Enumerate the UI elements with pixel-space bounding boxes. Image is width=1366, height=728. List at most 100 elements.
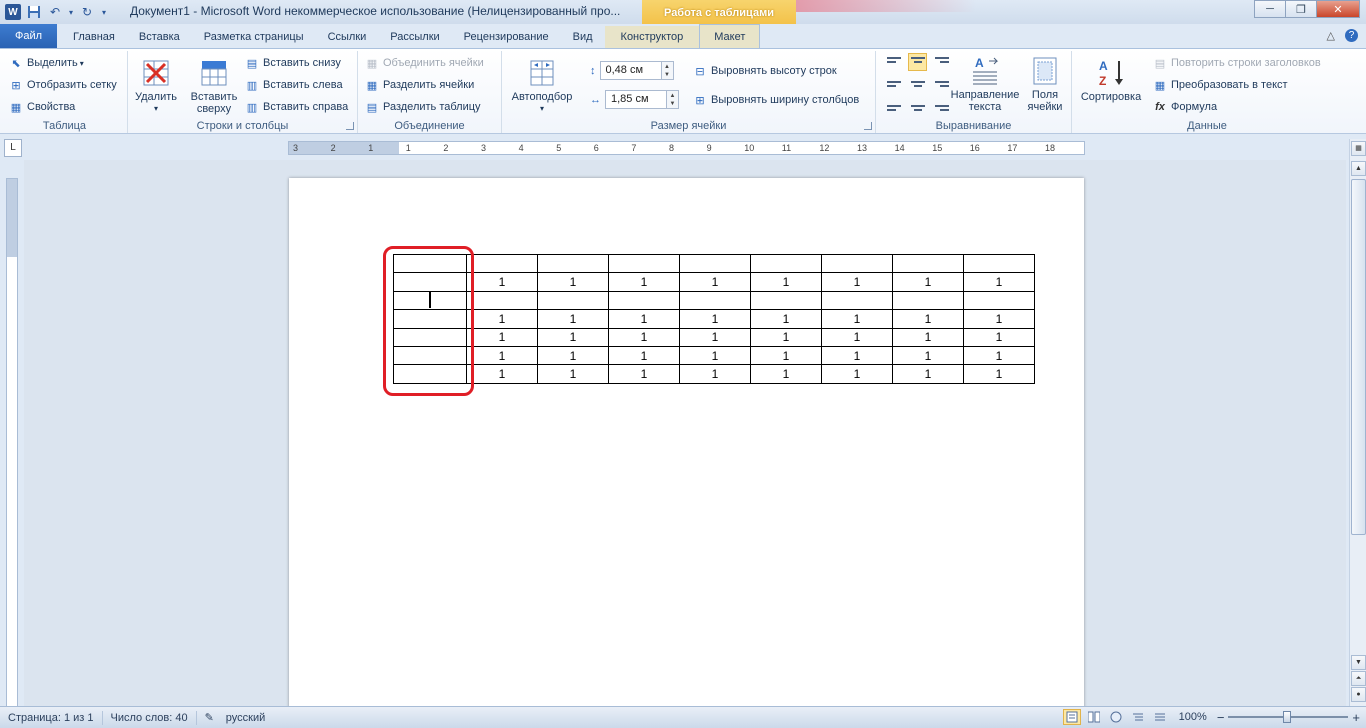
- table-cell[interactable]: 1: [963, 272, 1035, 292]
- table-cell[interactable]: [537, 290, 609, 311]
- customize-qat-icon[interactable]: ▾: [99, 3, 109, 21]
- table-cell[interactable]: [466, 290, 538, 311]
- table-cell[interactable]: 1: [608, 309, 680, 329]
- table-cell[interactable]: 1: [963, 309, 1035, 329]
- table-cell[interactable]: 1: [466, 364, 538, 384]
- delete-button[interactable]: Удалить ▾: [132, 57, 180, 115]
- tab-selector-button[interactable]: L: [4, 139, 22, 157]
- table-cell[interactable]: 1: [537, 327, 609, 347]
- table-cell[interactable]: [892, 290, 964, 311]
- col-width-arrows[interactable]: ▲ ▼: [667, 90, 679, 109]
- scroll-down-icon[interactable]: ▼: [1351, 655, 1366, 670]
- table-cell[interactable]: 1: [750, 327, 822, 347]
- word-count[interactable]: Число слов: 40: [103, 710, 197, 725]
- zoom-out-button[interactable]: −: [1217, 710, 1225, 725]
- align-top-left-icon[interactable]: [884, 53, 903, 71]
- zoom-slider[interactable]: [1228, 710, 1349, 724]
- browse-prev-icon[interactable]: ⏶: [1351, 671, 1366, 686]
- repeat-header-rows-button[interactable]: ▤ Повторить строки заголовков: [1152, 56, 1321, 70]
- ruler-toggle-icon[interactable]: ▦: [1351, 141, 1366, 156]
- table-cell[interactable]: 1: [679, 345, 751, 366]
- tab-design[interactable]: Конструктор: [604, 26, 700, 48]
- table-cell[interactable]: 1: [821, 309, 893, 329]
- table-cell[interactable]: 1: [963, 327, 1035, 347]
- table-cell[interactable]: 1: [963, 364, 1035, 384]
- undo-dropdown-icon[interactable]: ▾: [67, 3, 75, 21]
- browse-object-icon[interactable]: ●: [1351, 687, 1366, 702]
- draft-view-icon[interactable]: [1151, 709, 1169, 725]
- table-cell[interactable]: [608, 290, 680, 311]
- table-cell[interactable]: [750, 253, 822, 274]
- table-cell[interactable]: 1: [537, 272, 609, 292]
- proofing-status-icon[interactable]: ✎: [197, 711, 218, 725]
- table-cell[interactable]: 1: [679, 327, 751, 347]
- scroll-thumb[interactable]: [1351, 179, 1366, 535]
- table-cell[interactable]: 1: [537, 345, 609, 366]
- minimize-button[interactable]: ─: [1254, 0, 1286, 18]
- print-layout-view-icon[interactable]: [1062, 709, 1081, 725]
- tab-page-layout[interactable]: Разметка страницы: [192, 26, 316, 48]
- tab-layout[interactable]: Макет: [699, 24, 761, 48]
- table-cell[interactable]: 1: [892, 309, 964, 329]
- scroll-up-icon[interactable]: ▲: [1351, 161, 1366, 176]
- table-cell[interactable]: [679, 253, 751, 274]
- table-cell[interactable]: 1: [466, 309, 538, 329]
- autofit-button[interactable]: Автоподбор ▾: [506, 57, 578, 115]
- vertical-scrollbar[interactable]: ▦ ▲ ▼ ⏶ ●: [1349, 139, 1366, 706]
- table-cell[interactable]: [821, 290, 893, 311]
- word-logo-icon[interactable]: W: [4, 3, 22, 21]
- table-cell[interactable]: 1: [750, 345, 822, 366]
- table-cell[interactable]: [466, 253, 538, 274]
- help-icon[interactable]: ?: [1345, 29, 1358, 42]
- align-top-center-icon[interactable]: [908, 53, 927, 71]
- table-cell[interactable]: 1: [750, 309, 822, 329]
- col-width-input[interactable]: 1,85 см: [605, 90, 667, 109]
- table-cell[interactable]: 1: [679, 309, 751, 329]
- table-cell[interactable]: 1: [537, 309, 609, 329]
- table-cell[interactable]: 1: [466, 327, 538, 347]
- table-cell[interactable]: 1: [608, 327, 680, 347]
- table-cell[interactable]: 1: [750, 272, 822, 292]
- row-height-arrows[interactable]: ▲ ▼: [661, 61, 674, 80]
- insert-right-button[interactable]: ▥ Вставить справа: [244, 100, 348, 114]
- full-screen-reading-icon[interactable]: [1085, 709, 1103, 725]
- distribute-cols-button[interactable]: ⊞ Выровнять ширину столбцов: [692, 93, 859, 107]
- table-cell[interactable]: 1: [821, 327, 893, 347]
- table-cell[interactable]: 1: [892, 364, 964, 384]
- zoom-level[interactable]: 100%: [1179, 711, 1207, 723]
- table-cell[interactable]: 1: [750, 364, 822, 384]
- table-cell[interactable]: [679, 290, 751, 311]
- table-cell[interactable]: 1: [821, 272, 893, 292]
- word-table[interactable]: 1111111111111111111111111111111111111111: [393, 253, 1035, 384]
- table-cell[interactable]: [892, 253, 964, 274]
- row-height-spinner[interactable]: ↕ 0,48 см ▲ ▼: [590, 61, 674, 80]
- text-direction-button[interactable]: A Направление текста: [946, 55, 1024, 113]
- page-count[interactable]: Страница: 1 из 1: [0, 710, 103, 725]
- table-cell[interactable]: 1: [963, 345, 1035, 366]
- align-bottom-center-icon[interactable]: [908, 97, 927, 115]
- table-cell[interactable]: 1: [892, 327, 964, 347]
- table-cell[interactable]: 1: [608, 364, 680, 384]
- dialog-launcher-icon[interactable]: [864, 122, 872, 130]
- show-grid-button[interactable]: ⊞ Отобразить сетку: [8, 78, 116, 92]
- table-cell[interactable]: 1: [466, 272, 538, 292]
- table-cell[interactable]: 1: [679, 272, 751, 292]
- table-cell[interactable]: 1: [821, 364, 893, 384]
- sort-button[interactable]: AZ Сортировка: [1076, 57, 1146, 103]
- tab-insert[interactable]: Вставка: [127, 26, 192, 48]
- align-bottom-left-icon[interactable]: [884, 97, 903, 115]
- tab-home[interactable]: Главная: [61, 26, 127, 48]
- vertical-ruler[interactable]: [6, 178, 18, 728]
- split-cells-button[interactable]: ▦ Разделить ячейки: [364, 78, 474, 92]
- insert-below-button[interactable]: ▤ Вставить снизу: [244, 56, 341, 70]
- table-cell[interactable]: 1: [608, 345, 680, 366]
- col-width-spinner[interactable]: ↔ 1,85 см ▲ ▼: [590, 90, 679, 109]
- undo-icon[interactable]: ↶: [46, 3, 64, 21]
- formula-button[interactable]: fx Формула: [1152, 100, 1217, 114]
- table-cell[interactable]: 1: [679, 364, 751, 384]
- align-middle-left-icon[interactable]: [884, 75, 903, 93]
- align-middle-center-icon[interactable]: [908, 75, 927, 93]
- table-cell[interactable]: 1: [537, 364, 609, 384]
- cell-margins-button[interactable]: Поля ячейки: [1022, 55, 1068, 113]
- table-cell[interactable]: [821, 253, 893, 274]
